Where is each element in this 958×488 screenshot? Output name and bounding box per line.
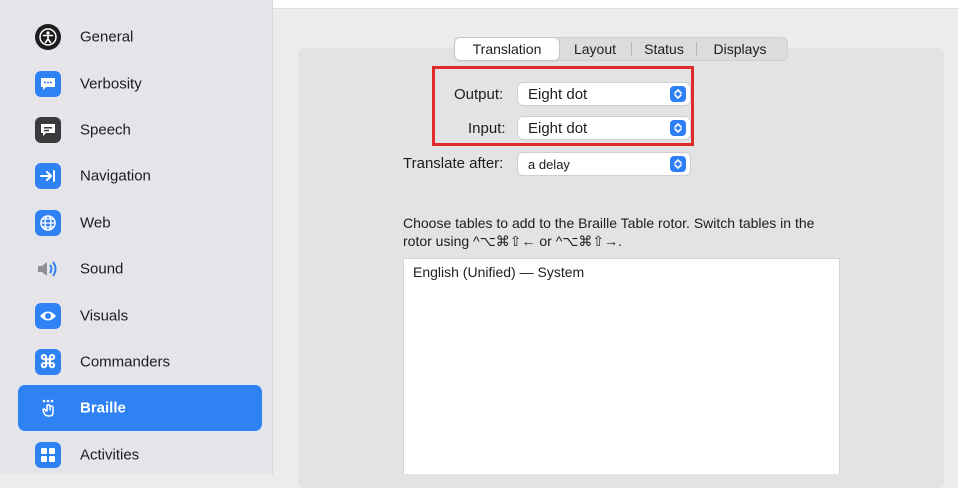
sidebar: General Verbosity Speech Navigation Web … xyxy=(0,0,273,474)
sidebar-item-label: Speech xyxy=(80,121,131,139)
speaker-icon xyxy=(35,256,61,282)
sidebar-item-navigation[interactable]: Navigation xyxy=(18,153,262,199)
sidebar-item-verbosity[interactable]: Verbosity xyxy=(18,61,262,107)
sidebar-item-sound[interactable]: Sound xyxy=(18,246,262,292)
translate-after-value: a delay xyxy=(528,156,570,172)
accessibility-icon xyxy=(35,24,61,50)
list-item[interactable]: English (Unified) — System xyxy=(413,264,584,280)
activities-icon xyxy=(35,442,61,468)
translate-after-popup[interactable]: a delay xyxy=(518,153,690,175)
sidebar-item-label: Braille xyxy=(80,399,126,417)
sidebar-item-label: General xyxy=(80,28,134,46)
tab-translation[interactable]: Translation xyxy=(455,38,559,60)
sidebar-item-braille[interactable]: Braille xyxy=(18,385,262,431)
sidebar-item-general[interactable]: General xyxy=(18,14,262,60)
sidebar-item-label: Sound xyxy=(80,260,124,278)
sidebar-item-commanders[interactable]: ⌘ Commanders xyxy=(18,339,262,385)
sidebar-item-label: Activities xyxy=(80,446,140,464)
speech-bubble-icon xyxy=(35,71,61,97)
sidebar-item-speech[interactable]: Speech xyxy=(18,107,262,153)
braille-hand-icon xyxy=(35,395,61,421)
braille-tables-list[interactable]: English (Unified) — System xyxy=(403,258,840,474)
arrow-to-line-icon xyxy=(35,163,61,189)
eye-icon xyxy=(35,303,61,329)
sidebar-item-label: Visuals xyxy=(80,307,129,325)
toolbar-strip xyxy=(273,0,958,9)
sidebar-item-label: Commanders xyxy=(80,353,171,371)
translate-after-label: Translate after: xyxy=(403,155,504,172)
sidebar-item-visuals[interactable]: Visuals xyxy=(18,293,262,339)
tab-bar: Translation Layout Status Displays xyxy=(454,37,788,61)
tab-displays[interactable]: Displays xyxy=(697,38,783,60)
sidebar-item-label: Navigation xyxy=(80,167,151,185)
command-key-icon: ⌘ xyxy=(35,349,61,375)
highlight-box xyxy=(432,66,694,146)
rotor-description: Choose tables to add to the Braille Tabl… xyxy=(403,215,815,249)
globe-icon xyxy=(35,210,61,236)
sidebar-item-label: Verbosity xyxy=(80,75,142,93)
tab-status[interactable]: Status xyxy=(632,38,696,60)
chevron-updown-icon xyxy=(670,156,686,172)
speech-bubble-dark-icon xyxy=(35,117,61,143)
tab-layout[interactable]: Layout xyxy=(559,38,631,60)
sidebar-item-activities[interactable]: Activities xyxy=(18,432,262,478)
sidebar-item-web[interactable]: Web xyxy=(18,200,262,246)
sidebar-item-label: Web xyxy=(80,214,111,232)
